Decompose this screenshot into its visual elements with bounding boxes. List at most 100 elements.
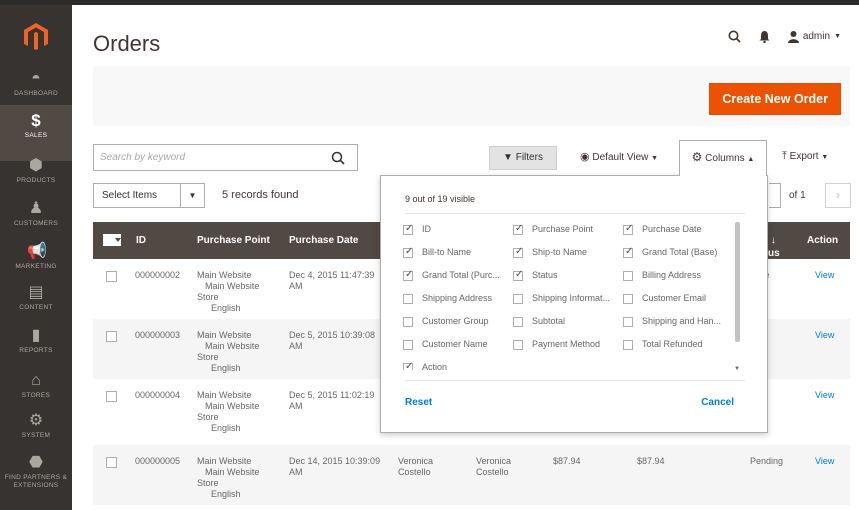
column-option-label: Total Refunded xyxy=(642,339,703,349)
text-line: English xyxy=(211,489,241,499)
column-checkbox[interactable] xyxy=(403,340,413,350)
text-line: AM xyxy=(289,467,303,477)
search-field[interactable]: Search by keyword xyxy=(93,144,358,171)
column-checkbox[interactable] xyxy=(403,294,413,304)
row-checkbox[interactable] xyxy=(106,331,117,342)
reset-button[interactable]: Reset xyxy=(405,397,432,408)
column-checkbox[interactable] xyxy=(513,294,523,304)
column-option-label: Status xyxy=(532,270,558,280)
row-checkbox[interactable] xyxy=(106,271,117,282)
sidebar-item-find-partners-extensions[interactable]: ⬣ FIND PARTNERS & EXTENSIONS xyxy=(0,447,72,503)
search-icon[interactable] xyxy=(331,151,345,165)
text-line: Dec 14, 2015 10:39:09 xyxy=(289,456,381,466)
row-checkbox[interactable] xyxy=(106,391,117,402)
cell-purchase-point: Main Website Main Website Store English xyxy=(197,270,259,314)
view-link[interactable]: View xyxy=(815,270,834,281)
column-checkbox[interactable] xyxy=(623,294,633,304)
text-line: Main Website xyxy=(197,456,252,466)
sidebar-item-label: REPORTS xyxy=(19,347,53,354)
column-checkbox[interactable] xyxy=(623,340,633,350)
sidebar-item-label: MARKETING xyxy=(15,263,57,270)
chevron-up-icon: ▲ xyxy=(747,156,755,163)
column-checkbox[interactable] xyxy=(403,223,413,235)
row-checkbox[interactable] xyxy=(106,457,117,468)
page-total: of 1 xyxy=(789,190,806,201)
columns-list: ID Purchase Point Purchase Date Bill-to Nam… xyxy=(403,220,743,370)
column-option-label: Purchase Date xyxy=(642,224,702,234)
column-checkbox[interactable] xyxy=(513,317,523,327)
sidebar-item-label: CONTENT xyxy=(19,304,53,311)
column-option-label: Customer Email xyxy=(642,293,707,303)
export-label: Export xyxy=(789,151,819,162)
create-new-order-button[interactable]: Create New Order xyxy=(709,83,841,115)
scrollbar-thumb[interactable] xyxy=(735,222,740,342)
text-line: Main Website xyxy=(205,341,260,351)
column-checkbox[interactable] xyxy=(623,223,633,235)
col-header-id[interactable]: ID xyxy=(136,235,146,246)
column-checkbox[interactable] xyxy=(403,361,413,370)
text-line: Main Website xyxy=(205,401,260,411)
mass-select-checkbox[interactable] xyxy=(103,234,121,246)
cell-purchase-point: Main Website Main Website Store English xyxy=(197,456,259,500)
view-link[interactable]: View xyxy=(815,390,834,401)
export-icon: ⤒ xyxy=(782,150,787,162)
column-checkbox[interactable] xyxy=(403,269,413,281)
magento-logo[interactable] xyxy=(24,23,48,51)
column-option-label: Action xyxy=(422,362,448,370)
divider xyxy=(405,213,745,214)
column-option-label: Bill-to Name xyxy=(422,247,472,257)
cancel-button[interactable]: Cancel xyxy=(701,397,734,408)
col-header-purchase-point[interactable]: Purchase Point xyxy=(197,235,270,246)
text-line: AM xyxy=(289,401,303,411)
user-menu[interactable]: admin ▼ xyxy=(787,30,841,43)
view-link[interactable]: View xyxy=(815,456,834,467)
view-link[interactable]: View xyxy=(815,330,834,341)
column-checkbox[interactable] xyxy=(513,269,523,281)
text-line: Main Website xyxy=(197,390,252,400)
user-icon xyxy=(787,30,799,43)
next-page-button[interactable]: › xyxy=(825,183,851,208)
column-checkbox[interactable] xyxy=(513,223,523,235)
col-header-purchase-date[interactable]: Purchase Date xyxy=(289,235,358,246)
search-placeholder: Search by keyword xyxy=(100,152,186,163)
column-checkbox[interactable] xyxy=(403,246,413,258)
bell-icon[interactable] xyxy=(759,30,770,43)
column-checkbox[interactable] xyxy=(623,317,633,327)
scroll-down-arrow[interactable]: ▼ xyxy=(734,366,740,372)
column-checkbox[interactable] xyxy=(403,317,413,327)
columns-scrollbar[interactable]: ▼ xyxy=(733,220,741,372)
header-actions: admin ▼ xyxy=(728,30,841,43)
extensions-icon: ⬣ xyxy=(29,454,43,471)
column-checkbox[interactable] xyxy=(513,246,523,258)
text-line: Store xyxy=(197,478,219,488)
chevron-down-icon: ▼ xyxy=(821,154,829,161)
column-checkbox[interactable] xyxy=(623,246,633,258)
column-checkbox[interactable] xyxy=(513,340,523,350)
text-line: Veronica xyxy=(476,456,512,466)
table-row[interactable]: 000000005 Main Website Main Website Store En… xyxy=(93,445,850,505)
text-line: Veronica xyxy=(398,456,434,466)
filters-button[interactable]: ▼ Filters xyxy=(489,146,557,170)
column-option-label: Shipping Informat... xyxy=(532,293,611,303)
admin-page: ◓ DASHBOARD $ SALES ⬢ PRODUCTS ♟ CUSTOMERS 📢 MARK… xyxy=(0,0,859,510)
col-header-action: Action xyxy=(807,235,839,246)
default-view-label: Default View xyxy=(592,152,649,163)
sidebar-item-label: SALES xyxy=(24,132,48,139)
cell-ship-to-name: Veronica Costello xyxy=(476,456,511,478)
megaphone-icon: 📢 xyxy=(27,243,47,260)
select-items-dropdown[interactable]: Select Items ▼ xyxy=(93,183,205,208)
text-line: Store xyxy=(197,292,219,302)
text-line: Main Website xyxy=(197,330,252,340)
page-input[interactable] xyxy=(769,183,781,208)
pagination: of 1 › xyxy=(769,183,851,208)
text-line: AM xyxy=(289,281,303,291)
export-dropdown[interactable]: ⤒ Export ▼ xyxy=(782,150,828,163)
search-icon[interactable] xyxy=(728,30,741,43)
columns-button[interactable]: ⚙ Columns ▲ xyxy=(679,140,767,176)
text-line: Dec 5, 2015 10:39:08 xyxy=(289,330,376,340)
text-line: Dec 4, 2015 11:47:39 xyxy=(289,270,375,280)
column-checkbox[interactable] xyxy=(623,271,633,281)
text-line: English xyxy=(211,363,241,373)
default-view-dropdown[interactable]: ◉ Default View ▼ xyxy=(580,150,658,163)
col-header-status[interactable]: us ↓ xyxy=(768,235,780,259)
